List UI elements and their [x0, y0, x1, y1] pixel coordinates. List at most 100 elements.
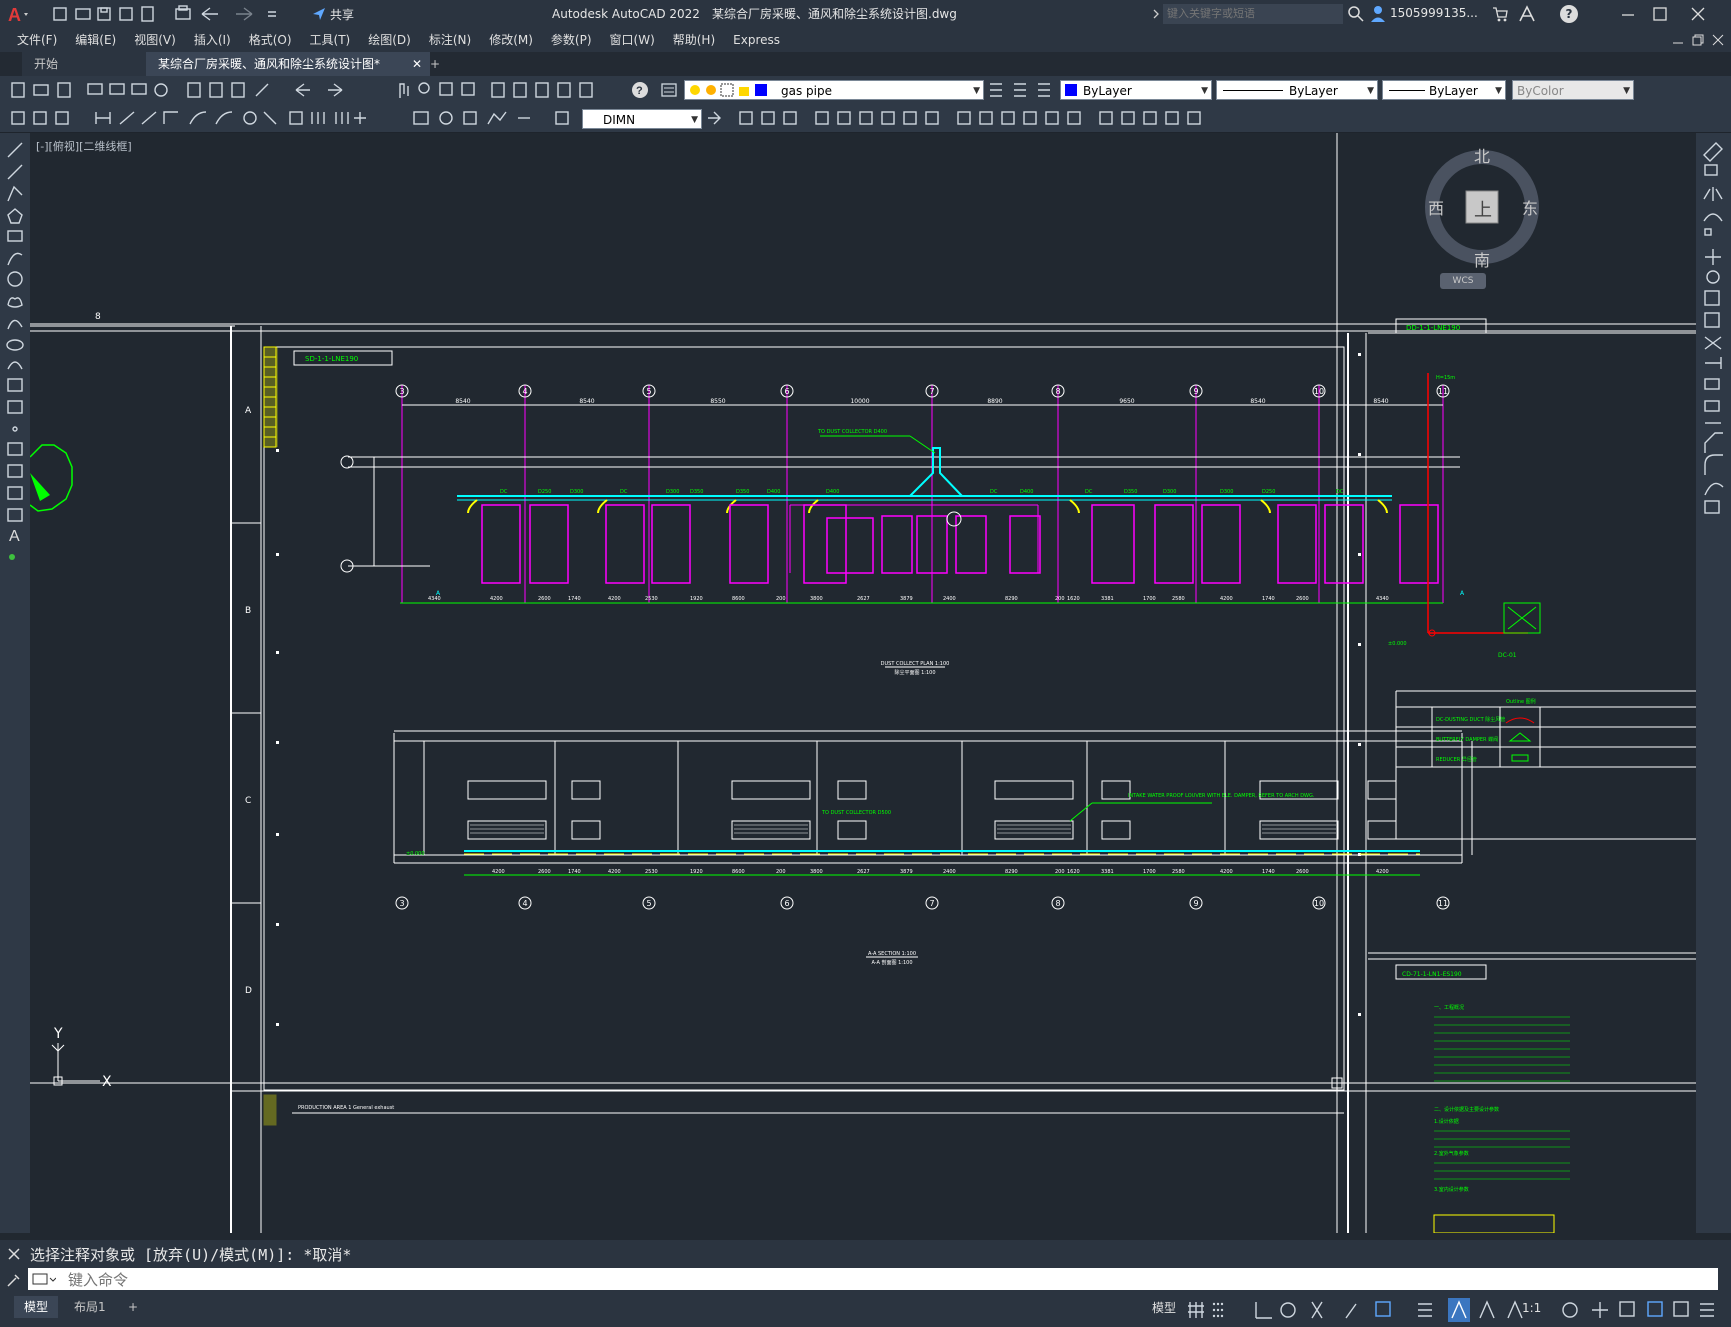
- menu-window[interactable]: 窗口(W): [601, 28, 664, 52]
- close-button[interactable]: [1690, 6, 1706, 22]
- top-dim-7: 8540: [1250, 398, 1265, 405]
- linetype-dropdown[interactable]: ByLayer ▼: [1216, 80, 1378, 100]
- command-input[interactable]: [66, 1270, 1710, 1290]
- axis-b-11: 11: [1438, 899, 1448, 908]
- top-dim-6: 9650: [1119, 398, 1134, 405]
- tab-add-button[interactable]: +: [418, 52, 456, 76]
- minimize-button[interactable]: [1620, 6, 1636, 22]
- right-detail-panel: DD-1-1-LNE190 H=15m DC-01 ±0.000 Outline…: [1388, 318, 1696, 1233]
- menu-format[interactable]: 格式(O): [240, 28, 301, 52]
- axis-4: 4: [522, 387, 527, 396]
- menu-draw[interactable]: 绘图(D): [359, 28, 420, 52]
- autocad-logo-icon[interactable]: A: [6, 3, 30, 25]
- cart-icon[interactable]: [1492, 6, 1508, 22]
- dc-label: DC-01: [1498, 652, 1517, 659]
- make-block-icon: [7, 400, 23, 414]
- wcs-menu[interactable]: WCS: [1440, 273, 1486, 289]
- color-dropdown[interactable]: ByLayer ▼: [1060, 80, 1212, 100]
- model-space-button[interactable]: 模型: [1152, 1298, 1182, 1318]
- viewcube-east[interactable]: 东: [1522, 195, 1538, 219]
- top-dim-8: 8540: [1373, 398, 1388, 405]
- layer-properties-icon[interactable]: [660, 81, 678, 99]
- search-toggle-icon[interactable]: [1152, 8, 1160, 20]
- svg-text:3381: 3381: [1101, 596, 1114, 602]
- svg-text:3800: 3800: [810, 869, 823, 875]
- svg-text:2600: 2600: [1296, 869, 1309, 875]
- menu-insert[interactable]: 插入(I): [185, 28, 240, 52]
- auto-scale-icon: [1507, 1300, 1523, 1319]
- stretch-icon: [1704, 312, 1720, 328]
- svg-text:1700: 1700: [1143, 596, 1156, 602]
- rotate-icon: [1706, 270, 1720, 284]
- svg-text:1620: 1620: [1067, 596, 1080, 602]
- tab-model-label: 模型: [24, 1300, 49, 1314]
- add-layout-button[interactable]: +: [118, 1296, 148, 1318]
- layer-name: gas pipe: [781, 84, 832, 98]
- axis-10: 10: [1314, 387, 1324, 396]
- menu-view[interactable]: 视图(V): [125, 28, 185, 52]
- doc-restore-button[interactable]: [1692, 34, 1704, 46]
- dimstyle-dropdown[interactable]: DIMN ▼: [582, 109, 702, 129]
- svg-text:A: A: [1460, 590, 1465, 597]
- menu-dimension[interactable]: 标注(N): [420, 28, 480, 52]
- axis-5: 5: [646, 387, 651, 396]
- note-collector-1: TO DUST COLLECTOR D400: [817, 429, 887, 435]
- drawing-canvas[interactable]: [-][俯视][二维线框] A B C D 8 SD-1-1-LNE190 3 …: [30, 133, 1696, 1233]
- svg-text:D400: D400: [826, 489, 839, 495]
- viewcube-south[interactable]: 南: [1474, 247, 1490, 271]
- doc-minimize-button[interactable]: [1672, 34, 1684, 46]
- gradient-icon: [7, 464, 23, 478]
- help-button[interactable]: ?: [1560, 5, 1578, 23]
- note-collector-2: TO DUST COLLECTOR D500: [821, 810, 891, 816]
- user-account[interactable]: 1505999135...: [1370, 4, 1490, 24]
- lineweight-icon: [1345, 1303, 1357, 1319]
- svg-text:2530: 2530: [645, 596, 658, 602]
- search-icon[interactable]: [1348, 6, 1364, 22]
- close-command-icon[interactable]: [8, 1248, 20, 1260]
- doc-close-button[interactable]: [1712, 34, 1724, 46]
- layer-dropdown[interactable]: gas pipe ▼: [684, 80, 984, 100]
- plotstyle-dropdown[interactable]: ByColor ▼: [1512, 80, 1634, 100]
- tab-drawing[interactable]: 某综合厂房采暖、通风和除尘系统设计图* ✕: [146, 52, 430, 76]
- menu-parametric[interactable]: 参数(P): [542, 28, 601, 52]
- standard-toolbar: ? gas pipe ▼ ByLayer ▼ ByLayer ▼ ByLayer…: [0, 76, 1731, 105]
- menu-tools[interactable]: 工具(T): [301, 28, 360, 52]
- tab-layout1[interactable]: 布局1: [64, 1296, 116, 1318]
- spline-icon: [7, 319, 23, 330]
- tab-model[interactable]: 模型: [14, 1296, 59, 1318]
- plan-title-cn: 除尘平面图 1:100: [895, 669, 936, 676]
- menu-edit[interactable]: 编辑(E): [66, 28, 125, 52]
- user-icon: [1371, 6, 1385, 22]
- tab-start[interactable]: 开始: [22, 52, 164, 76]
- plan-sheet-title: SD-1-1-LNE190: [305, 355, 358, 363]
- new-icon: [53, 7, 67, 21]
- menu-help[interactable]: 帮助(H): [664, 28, 724, 52]
- standard-tool-icons: ?: [11, 82, 648, 98]
- draw-tool-palette: A: [0, 133, 30, 1233]
- frame-row-a: A: [245, 406, 252, 416]
- notes-line-2: 二、设计依据及主要设计参数: [1434, 1106, 1499, 1113]
- menu-express[interactable]: Express: [724, 28, 789, 52]
- command-prompt-icon[interactable]: [32, 1272, 57, 1286]
- scale-dropdown[interactable]: 1:1: [1522, 1298, 1552, 1318]
- customize-command-icon[interactable]: [6, 1272, 22, 1288]
- svg-text:D350: D350: [1124, 489, 1137, 495]
- menu-modify[interactable]: 修改(M): [480, 28, 542, 52]
- viewcube-north[interactable]: 北: [1474, 143, 1490, 167]
- lineweight-dropdown[interactable]: ByLayer ▼: [1382, 80, 1506, 100]
- ucs-y-label: Y: [53, 1026, 63, 1042]
- viewcube-west[interactable]: 西: [1428, 195, 1444, 219]
- viewcube-top-face[interactable]: 上: [1474, 196, 1492, 222]
- menu-file[interactable]: 文件(F): [8, 28, 66, 52]
- help-label: ?: [1565, 7, 1573, 21]
- viewcube[interactable]: 北 南 东 西 上: [1410, 143, 1550, 283]
- search-input[interactable]: [1163, 4, 1343, 24]
- quick-access-toolbar: [52, 4, 302, 24]
- autodesk-a360-icon[interactable]: [1518, 5, 1542, 23]
- lineweight-value: ByLayer: [1429, 84, 1478, 98]
- svg-text:1740: 1740: [1262, 596, 1275, 602]
- equipment-blocks: [481, 504, 1439, 584]
- maximize-button[interactable]: [1652, 6, 1668, 22]
- svg-text:DC: DC: [990, 489, 998, 495]
- svg-text:1700: 1700: [1143, 869, 1156, 875]
